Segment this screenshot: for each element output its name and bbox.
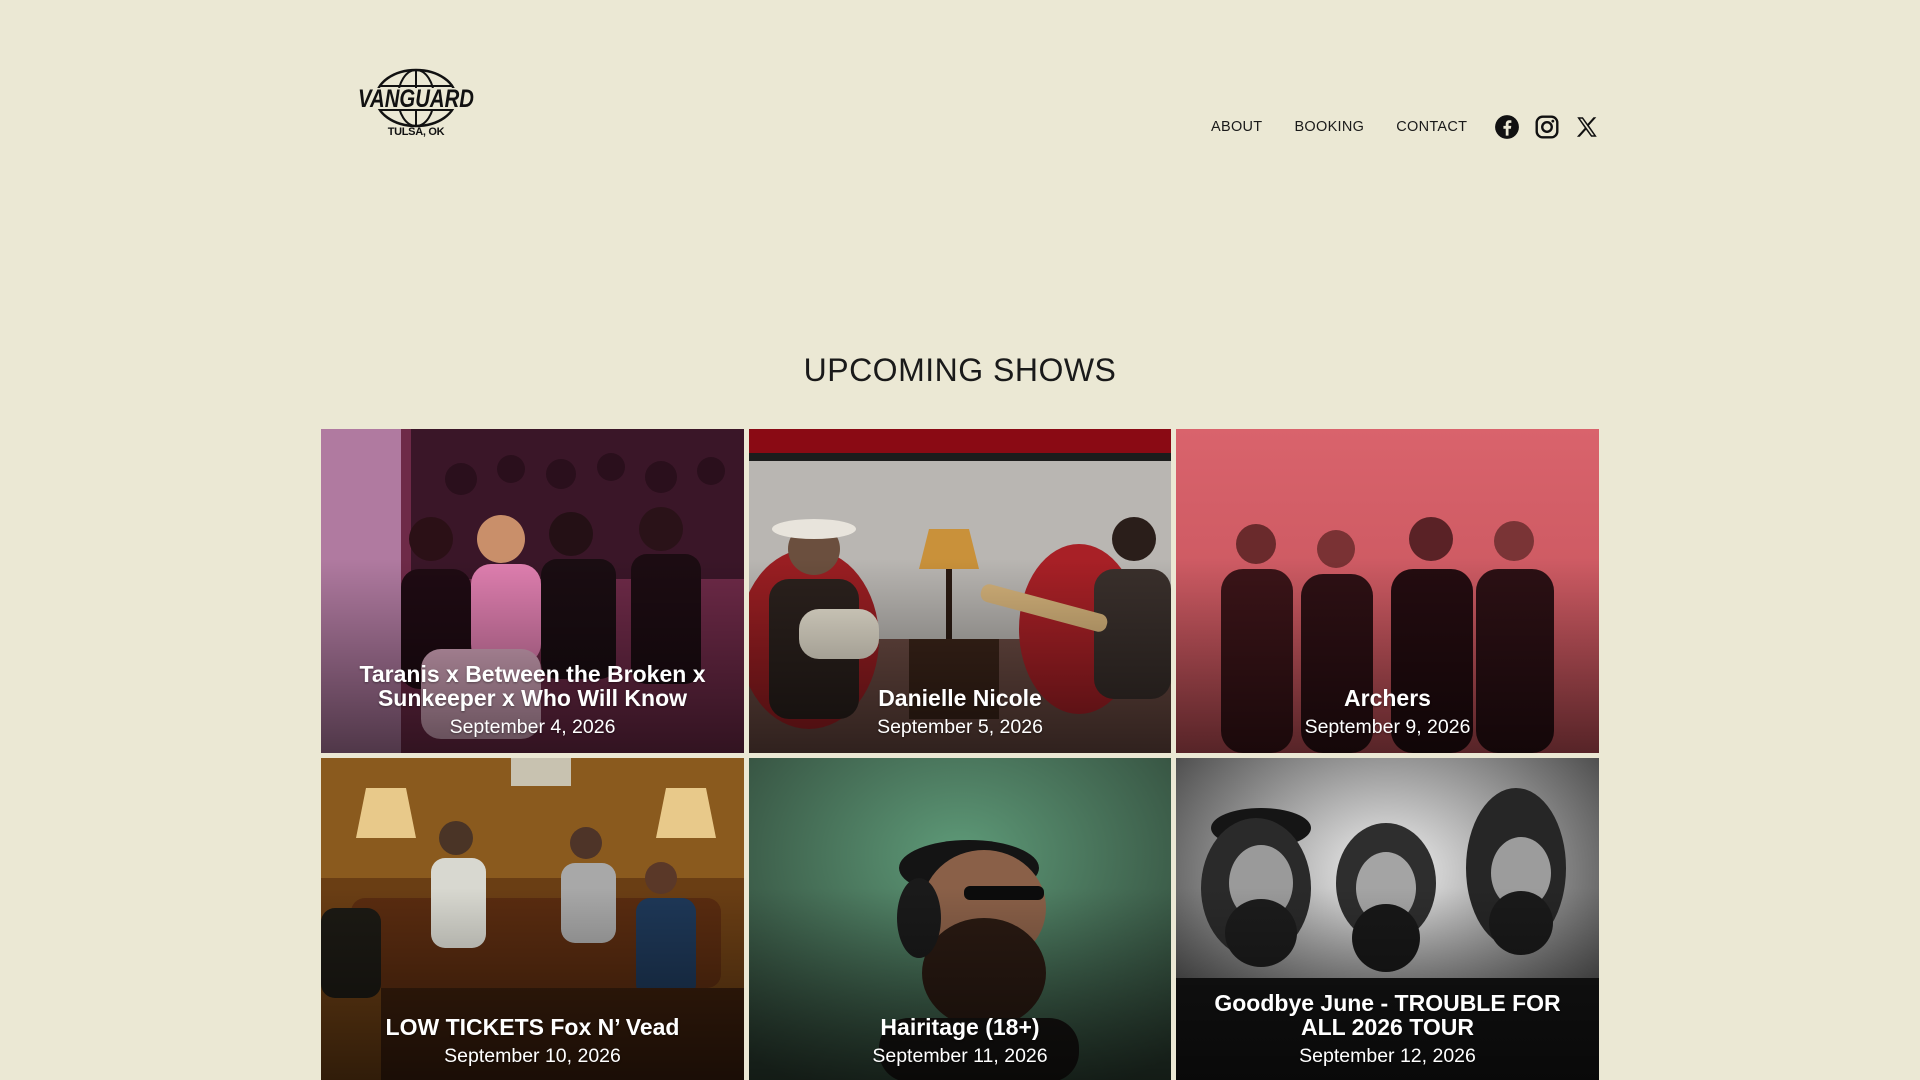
show-caption: Archers September 9, 2026	[1196, 686, 1579, 739]
show-card[interactable]: Danielle Nicole September 5, 2026	[749, 429, 1171, 753]
show-title[interactable]: Taranis x Between the Broken x Sunkeeper…	[341, 662, 724, 710]
show-caption: LOW TICKETS Fox N’ Vead September 10, 20…	[341, 1015, 724, 1068]
page: VANGUARD TULSA, OK ABOUT BOOKING CONTACT…	[0, 0, 1920, 1080]
show-date: September 9, 2026	[1304, 716, 1471, 738]
instagram-icon[interactable]	[1534, 114, 1560, 140]
show-date: September 10, 2026	[444, 1045, 621, 1067]
show-date: September 4, 2026	[449, 716, 616, 738]
show-caption: Hairitage (18+) September 11, 2026	[769, 1015, 1151, 1068]
show-card[interactable]: Taranis x Between the Broken x Sunkeeper…	[321, 429, 744, 753]
site-logo[interactable]: VANGUARD TULSA, OK	[354, 62, 478, 144]
show-card[interactable]: Hairitage (18+) September 11, 2026	[749, 758, 1171, 1080]
facebook-icon[interactable]	[1494, 114, 1520, 140]
show-date: September 11, 2026	[872, 1045, 1048, 1067]
social-links	[1494, 114, 1600, 140]
show-title[interactable]: Danielle Nicole	[769, 686, 1151, 710]
show-title[interactable]: LOW TICKETS Fox N’ Vead	[341, 1015, 724, 1039]
show-date: September 5, 2026	[877, 716, 1043, 738]
show-title[interactable]: Archers	[1196, 686, 1579, 710]
nav-booking[interactable]: BOOKING	[1294, 119, 1364, 135]
shows-grid: Taranis x Between the Broken x Sunkeeper…	[321, 429, 1599, 1080]
show-card[interactable]: Goodbye June - TROUBLE FOR ALL 2026 TOUR…	[1176, 758, 1599, 1080]
nav-about[interactable]: ABOUT	[1211, 119, 1262, 135]
show-card[interactable]: LOW TICKETS Fox N’ Vead September 10, 20…	[321, 758, 744, 1080]
x-icon[interactable]	[1574, 114, 1600, 140]
nav-contact[interactable]: CONTACT	[1396, 119, 1467, 135]
section-title: UPCOMING SHOWS	[803, 352, 1117, 388]
show-title[interactable]: Goodbye June - TROUBLE FOR ALL 2026 TOUR	[1196, 991, 1579, 1039]
show-date: September 12, 2026	[1299, 1045, 1476, 1067]
svg-text:VANGUARD: VANGUARD	[358, 85, 474, 113]
main-nav: ABOUT BOOKING CONTACT	[1211, 116, 1467, 138]
show-card[interactable]: Archers September 9, 2026	[1176, 429, 1599, 753]
show-title[interactable]: Hairitage (18+)	[769, 1015, 1151, 1039]
show-caption: Goodbye June - TROUBLE FOR ALL 2026 TOUR…	[1196, 991, 1579, 1068]
logo-location: TULSA, OK	[387, 126, 445, 138]
show-caption: Danielle Nicole September 5, 2026	[769, 686, 1151, 739]
show-caption: Taranis x Between the Broken x Sunkeeper…	[341, 662, 724, 739]
